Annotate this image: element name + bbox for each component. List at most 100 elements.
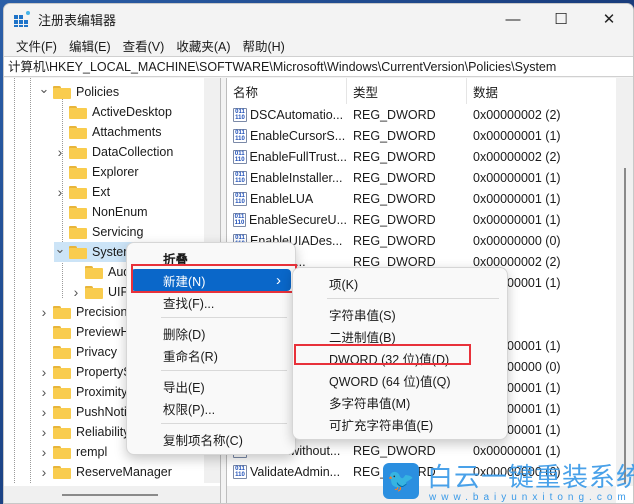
tree-item[interactable]: Explorer	[54, 162, 145, 182]
minimize-button[interactable]: —	[489, 4, 537, 34]
value-row[interactable]: 011 110 EnableFullTrust... REG_DWORD 0x00000…	[227, 146, 633, 167]
maximize-button[interactable]: ☐	[537, 4, 585, 34]
menu-file[interactable]: 文件(F)	[10, 36, 63, 55]
tree-item[interactable]: Attachments	[54, 122, 167, 142]
menu-item[interactable]: 多字符串值(M)	[293, 391, 507, 413]
folder-icon	[53, 405, 71, 419]
value-name-cell: 011 110 EnableInstaller...	[227, 170, 347, 185]
chevron-right-icon[interactable]: ›	[38, 464, 50, 480]
menu-item[interactable]: 重命名(R)	[127, 344, 295, 366]
menu-favorites[interactable]: 收藏夹(A)	[170, 36, 236, 55]
menu-item[interactable]: 查找(F)...	[127, 291, 295, 313]
chevron-right-icon[interactable]: ›	[38, 384, 50, 400]
tree-item[interactable]: › PushNotif	[38, 402, 136, 422]
menu-item[interactable]: 权限(P)...	[127, 397, 295, 419]
menu-item-label: 查找(F)...	[163, 296, 215, 311]
address-bar[interactable]: 计算机\HKEY_LOCAL_MACHINE\SOFTWARE\Microsof…	[4, 56, 633, 77]
folder-icon	[85, 265, 103, 279]
menu-item-label: 可扩充字符串值(E)	[329, 418, 434, 433]
tree-item[interactable]: Servicing	[54, 222, 149, 242]
folder-icon	[69, 185, 87, 199]
chevron-right-icon[interactable]: ›	[54, 144, 66, 160]
list-header: 名称 类型 数据	[227, 78, 633, 104]
folder-icon	[53, 365, 71, 379]
folder-icon	[69, 145, 87, 159]
value-type: REG_DWORD	[353, 212, 436, 227]
title-bar: 注册表编辑器 — ☐ ✕	[4, 4, 633, 34]
chevron-right-icon[interactable]: ›	[54, 184, 66, 200]
tree-item-label: Policies	[76, 85, 120, 99]
value-row[interactable]: 011 110 ValidateAdmin... REG_DWORD 0x0000000…	[227, 461, 633, 482]
column-header-data[interactable]: 数据	[467, 78, 612, 104]
value-data: 0x00000001 (1)	[473, 443, 561, 458]
menu-item[interactable]: QWORD (64 位)值(Q)	[293, 369, 507, 391]
window-title: 注册表编辑器	[38, 12, 117, 28]
tree-item[interactable]: › ReserveManager	[38, 462, 178, 482]
registry-editor-icon	[14, 11, 30, 27]
value-name-cell: 011 110 EnableCursorS...	[227, 128, 347, 143]
menu-item[interactable]: 导出(E)	[127, 375, 295, 397]
tree-item-label: NonEnum	[92, 205, 148, 219]
chevron-right-icon[interactable]: ›	[70, 284, 82, 300]
list-horizontal-scrollbar[interactable]	[227, 486, 616, 503]
value-data: 0x00000001 (1)	[473, 212, 561, 227]
menu-item-label: 删除(D)	[163, 327, 206, 342]
chevron-down-icon[interactable]: ⌄	[38, 81, 50, 97]
menu-item[interactable]: 可扩充字符串值(E)	[293, 413, 507, 435]
chevron-right-icon[interactable]: ›	[38, 304, 50, 320]
tree-item[interactable]: › rempl	[38, 442, 113, 462]
value-name: ValidateAdmin...	[250, 464, 341, 479]
close-button[interactable]: ✕	[585, 4, 633, 34]
value-type: REG_DWORD	[353, 233, 436, 248]
value-name: EnableFullTrust...	[249, 149, 348, 164]
column-header-name[interactable]: 名称	[227, 78, 347, 104]
tree-item[interactable]: ActiveDesktop	[54, 102, 178, 122]
tree-item-label: ActiveDesktop	[92, 105, 172, 119]
tree-horizontal-scrollbar[interactable]	[4, 486, 220, 503]
tree-item-label: DataCollection	[92, 145, 174, 159]
tree-item[interactable]: › DataCollection	[54, 142, 179, 162]
menu-item[interactable]: 复制项名称(C)	[127, 428, 295, 450]
tree-item[interactable]: › Reliability	[38, 422, 136, 442]
menu-item-label: 权限(P)...	[163, 402, 216, 417]
menu-item-label: 项(K)	[329, 277, 359, 292]
value-name: EnableSecureU...	[249, 212, 347, 227]
value-row[interactable]: 011 110 EnableLUA REG_DWORD 0x00000001 (1)	[227, 188, 633, 209]
chevron-right-icon[interactable]: ›	[38, 364, 50, 380]
value-row[interactable]: 011 110 EnableInstaller... REG_DWORD 0x00000…	[227, 167, 633, 188]
tree-item[interactable]: ⌄ Policies	[38, 81, 125, 102]
folder-icon	[53, 305, 71, 319]
value-row[interactable]: 011 110 DSCAutomatio... REG_DWORD 0x00000002…	[227, 104, 633, 125]
tree-item[interactable]: › Ext	[54, 182, 116, 202]
menu-item-label: 字符串值(S)	[329, 308, 396, 323]
value-row[interactable]: 011 110 EnableSecureU... REG_DWORD 0x0000000…	[227, 209, 633, 230]
folder-icon	[53, 445, 71, 459]
menu-view[interactable]: 查看(V)	[117, 36, 171, 55]
menu-item[interactable]: 项(K)	[293, 272, 507, 294]
chevron-right-icon[interactable]: ›	[38, 444, 50, 460]
value-type: REG_DWORD	[353, 128, 436, 143]
value-name-cell: 011 110 EnableLUA	[227, 191, 347, 206]
menu-edit[interactable]: 编辑(E)	[63, 36, 117, 55]
chevron-right-icon[interactable]: ›	[38, 404, 50, 420]
tree-item[interactable]: Privacy	[38, 342, 123, 362]
menu-item[interactable]: 字符串值(S)	[293, 303, 507, 325]
chevron-right-icon[interactable]: ›	[38, 424, 50, 440]
list-vertical-scrollbar[interactable]	[616, 78, 633, 486]
column-header-type[interactable]: 类型	[347, 78, 467, 104]
menu-help[interactable]: 帮助(H)	[236, 36, 290, 55]
value-row[interactable]: 011 110 EnableCursorS... REG_DWORD 0x0000000…	[227, 125, 633, 146]
chevron-down-icon[interactable]: ⌄	[54, 241, 66, 257]
binary-value-icon: 011110	[233, 170, 247, 185]
binary-value-icon: 011110	[233, 212, 247, 227]
folder-icon	[53, 465, 71, 479]
tree-item[interactable]: › Proximity	[38, 382, 133, 402]
value-name-cell: 011 110 EnableFullTrust...	[227, 149, 348, 164]
value-type: REG_DWORD	[353, 107, 436, 122]
menu-item[interactable]: 删除(D)	[127, 322, 295, 344]
tree-item[interactable]: › PropertyS	[38, 362, 138, 382]
folder-icon	[69, 225, 87, 239]
tree-item[interactable]: PreviewH	[38, 322, 136, 342]
folder-icon	[69, 205, 87, 219]
tree-item[interactable]: NonEnum	[54, 202, 154, 222]
